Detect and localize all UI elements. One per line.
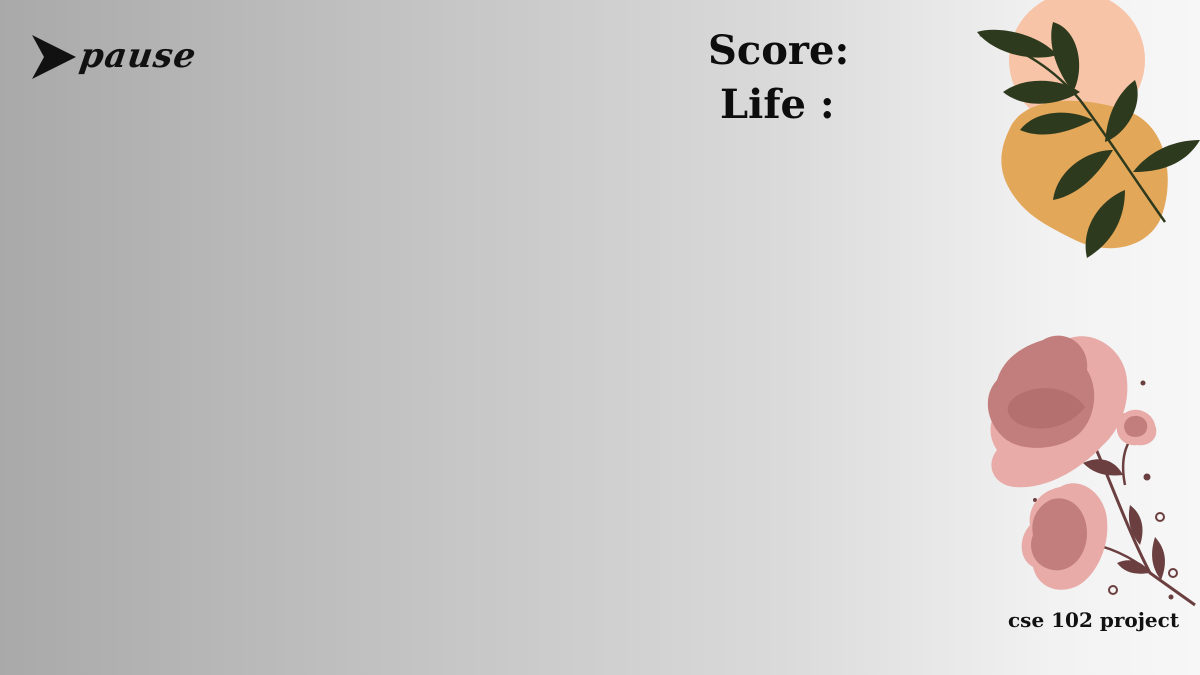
- leaf-branch-icon: [965, 0, 1200, 274]
- footer-project-label: cse 102 project: [1008, 608, 1180, 632]
- hud: Score: Life :: [708, 24, 849, 132]
- play-arrow-icon: [30, 31, 78, 81]
- pause-label: pause: [77, 36, 200, 76]
- pause-button[interactable]: pause: [30, 28, 200, 84]
- life-label: Life :: [720, 81, 835, 128]
- score-label: Score:: [708, 27, 850, 74]
- flower-branch-icon: [975, 325, 1200, 614]
